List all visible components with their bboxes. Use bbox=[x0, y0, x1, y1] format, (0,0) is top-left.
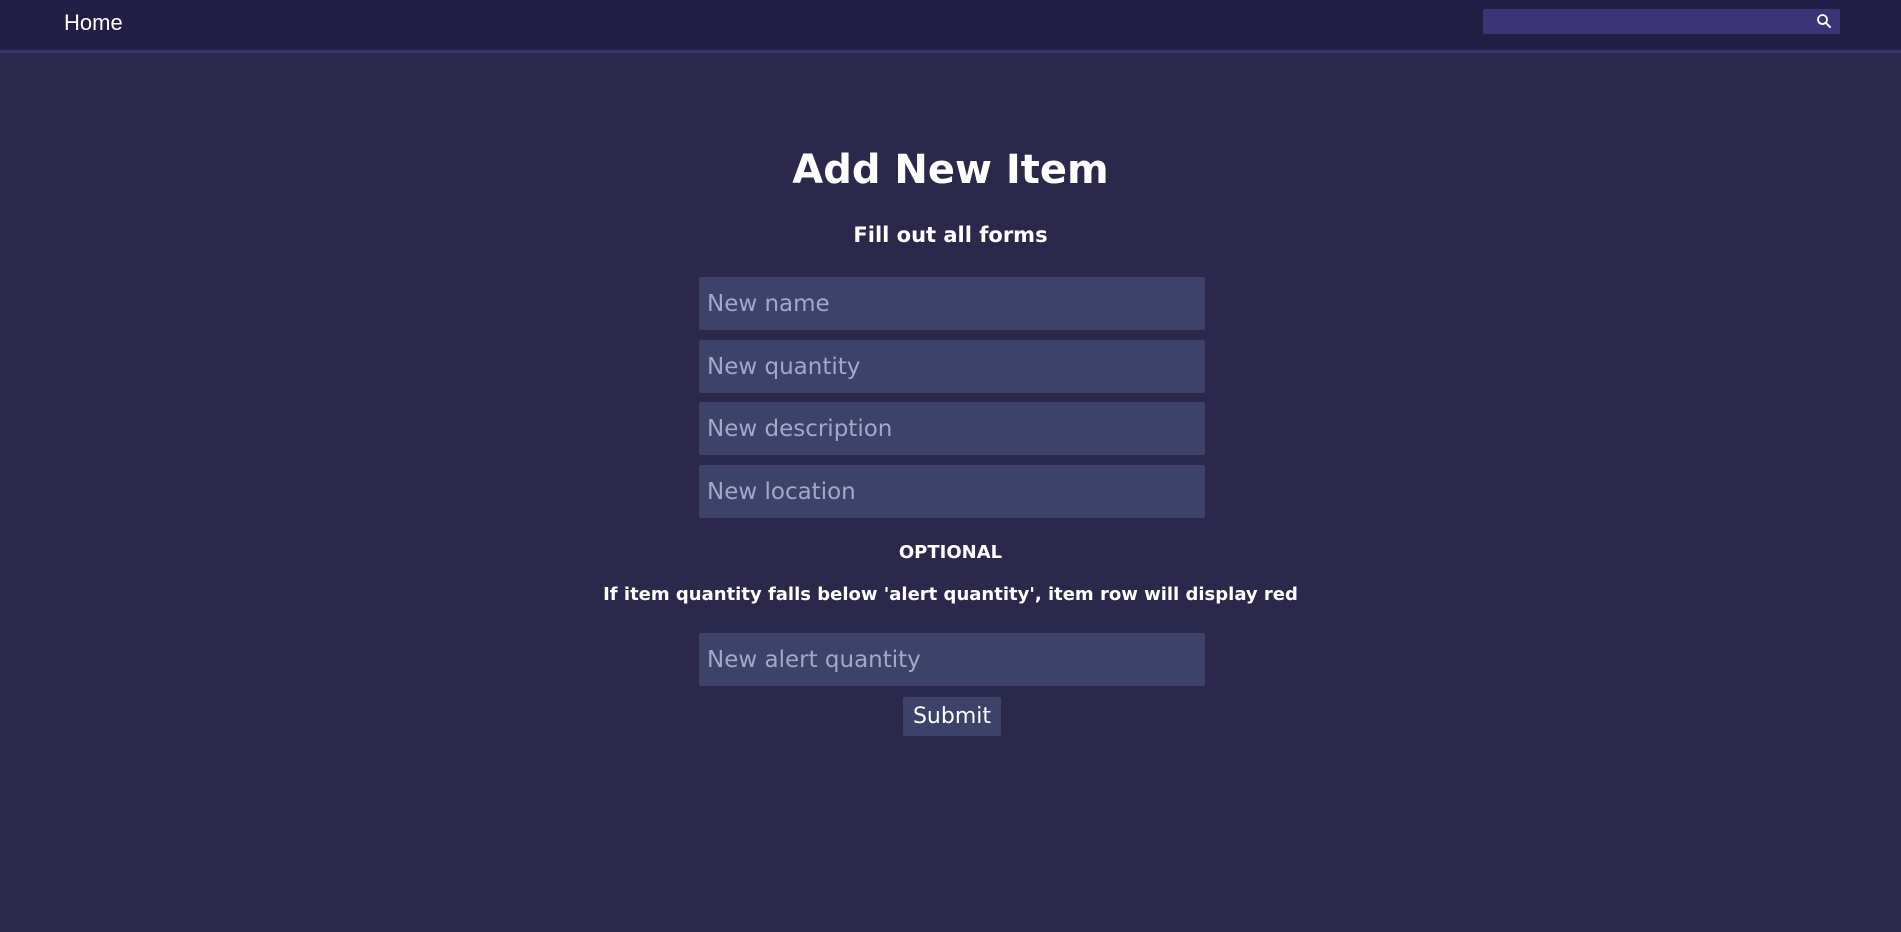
page-title: Add New Item bbox=[792, 147, 1109, 193]
nav-home-link[interactable]: Home bbox=[64, 10, 123, 36]
navbar: Home bbox=[0, 0, 1901, 53]
name-field[interactable] bbox=[699, 277, 1205, 330]
location-field[interactable] bbox=[699, 465, 1205, 518]
form-subtitle: Fill out all forms bbox=[853, 223, 1048, 247]
main-content: Add New Item Fill out all forms OPTIONAL… bbox=[0, 53, 1901, 932]
search-icon[interactable] bbox=[1816, 13, 1832, 29]
optional-note: If item quantity falls below 'alert quan… bbox=[603, 584, 1298, 605]
search-box bbox=[1483, 9, 1840, 34]
alert-quantity-field[interactable] bbox=[699, 633, 1205, 686]
description-field[interactable] bbox=[699, 402, 1205, 455]
submit-button[interactable]: Submit bbox=[903, 697, 1001, 736]
optional-label: OPTIONAL bbox=[898, 542, 1003, 563]
search-input[interactable] bbox=[1483, 9, 1808, 34]
quantity-field[interactable] bbox=[699, 340, 1205, 393]
